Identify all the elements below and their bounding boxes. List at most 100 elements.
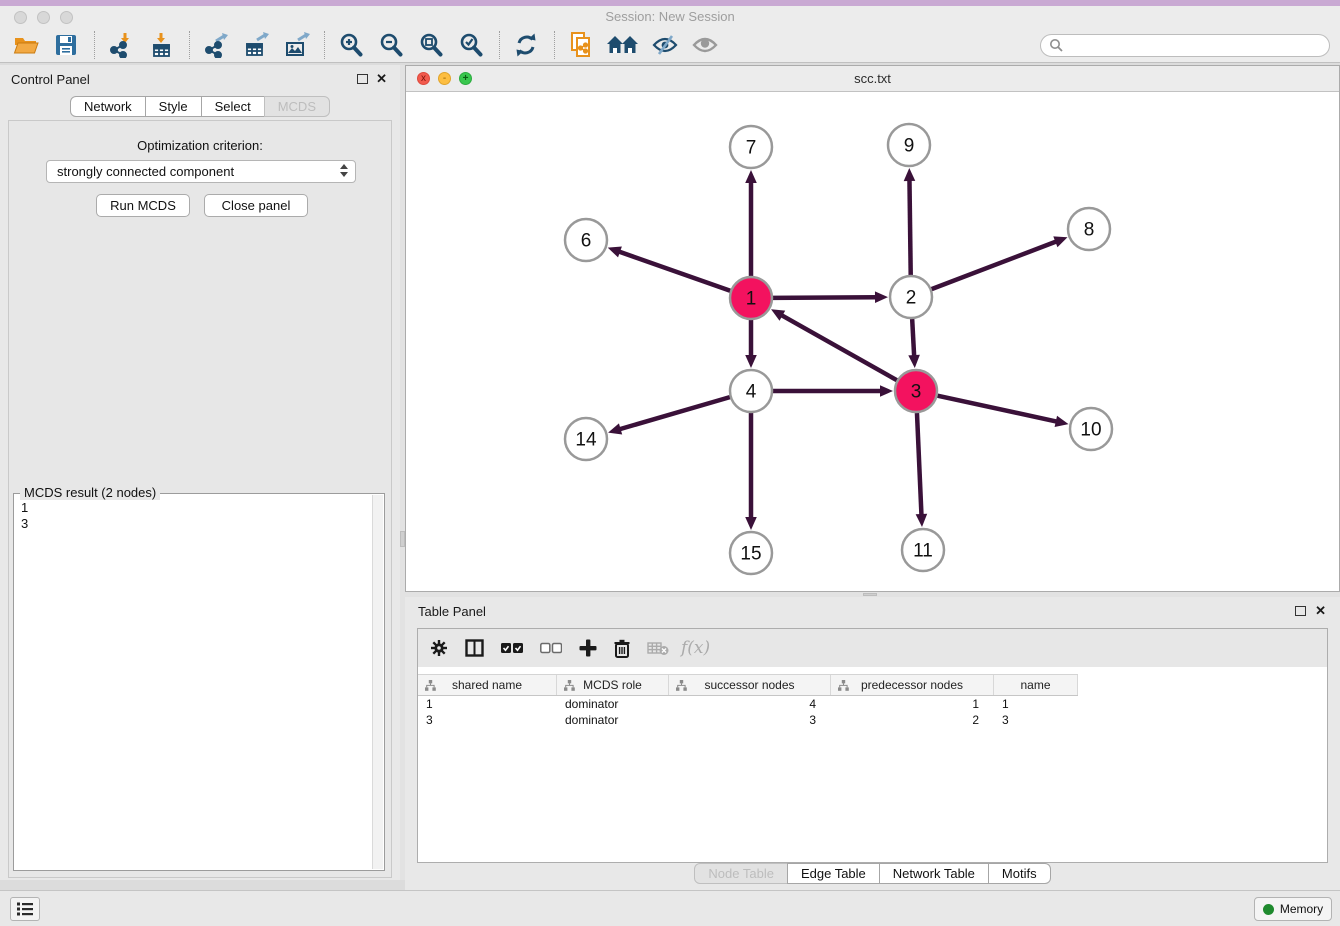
graph-node-label: 11 xyxy=(913,541,933,562)
toolbar-separator xyxy=(94,31,95,59)
table-header-row: shared nameMCDS rolesuccessor nodesprede… xyxy=(418,674,1078,696)
tab-edge-table[interactable]: Edge Table xyxy=(787,863,880,884)
table-row[interactable]: 3dominator323 xyxy=(418,713,1078,729)
run-mcds-button[interactable]: Run MCDS xyxy=(96,194,190,217)
graph-node-label: 7 xyxy=(746,138,757,159)
graph-node-label: 6 xyxy=(581,231,592,252)
zoom-out-button[interactable] xyxy=(375,30,407,60)
tab-network[interactable]: Network xyxy=(70,96,146,117)
zoom-selected-button[interactable] xyxy=(455,30,487,60)
graph-edge-4-14[interactable] xyxy=(619,397,730,429)
show-hidden-button[interactable] xyxy=(689,30,721,60)
apply-layout-button[interactable] xyxy=(510,30,542,60)
table-panel-title: Table Panel xyxy=(418,604,486,619)
graph-edge-3-11[interactable] xyxy=(917,413,922,516)
column-header-predecessor-nodes[interactable]: predecessor nodes xyxy=(831,675,994,695)
network-canvas[interactable]: 7968124314101511 xyxy=(406,92,1339,591)
table-cell[interactable]: 3 xyxy=(669,713,831,729)
graph-edge-arrowhead xyxy=(608,423,622,434)
node-table-container: f(x) shared nameMCDS rolesuccessor nodes… xyxy=(417,628,1328,863)
graph-edge-arrowhead xyxy=(1055,416,1069,427)
save-disk-icon xyxy=(55,34,77,56)
show-column-button[interactable] xyxy=(465,639,484,657)
export-image-button[interactable] xyxy=(280,30,312,60)
export-table-button[interactable] xyxy=(240,30,272,60)
table-cell[interactable]: 1 xyxy=(831,697,994,713)
zoom-fit-button[interactable] xyxy=(415,30,447,60)
graph-edge-arrowhead xyxy=(875,291,888,303)
clone-network-button[interactable] xyxy=(565,30,597,60)
column-header-MCDS-role[interactable]: MCDS role xyxy=(557,675,669,695)
delete-row-button[interactable] xyxy=(614,639,630,658)
table-cell[interactable]: 1 xyxy=(418,697,557,713)
column-header-name[interactable]: name xyxy=(994,675,1078,695)
mcds-result-box: MCDS result (2 nodes) 1 3 xyxy=(13,493,385,871)
save-session-button[interactable] xyxy=(50,30,82,60)
graph-edge-arrowhead xyxy=(608,246,622,257)
eye-slash-icon xyxy=(651,33,679,57)
tab-node-table[interactable]: Node Table xyxy=(694,863,788,884)
import-network-button[interactable] xyxy=(105,30,137,60)
tab-select[interactable]: Select xyxy=(201,96,265,117)
mcds-tab-content: Optimization criterion: strongly connect… xyxy=(8,120,392,878)
tree-sort-icon xyxy=(838,680,849,691)
graph-edge-2-3[interactable] xyxy=(912,319,914,357)
graph-edge-1-6[interactable] xyxy=(618,251,730,290)
tree-sort-icon xyxy=(676,680,687,691)
import-table-button[interactable] xyxy=(145,30,177,60)
open-session-button[interactable] xyxy=(10,30,42,60)
close-panel-icon[interactable]: ✕ xyxy=(1315,603,1326,619)
table-panel-header: Table Panel ✕ xyxy=(405,597,1340,627)
home-button[interactable] xyxy=(605,30,641,60)
table-cell[interactable]: dominator xyxy=(557,713,669,729)
zoom-fit-icon xyxy=(418,32,444,58)
mcds-result-line: 1 xyxy=(21,500,371,516)
optimization-criterion-label: Optimization criterion: xyxy=(9,138,391,153)
tab-network-table[interactable]: Network Table xyxy=(879,863,989,884)
search-box[interactable] xyxy=(1040,34,1330,57)
search-icon xyxy=(1049,38,1063,52)
column-header-shared-name[interactable]: shared name xyxy=(418,675,557,695)
task-history-button[interactable] xyxy=(10,897,40,921)
tab-motifs[interactable]: Motifs xyxy=(988,863,1051,884)
float-panel-icon[interactable] xyxy=(357,74,368,84)
search-input[interactable] xyxy=(1068,38,1321,52)
table-cell[interactable]: 2 xyxy=(831,713,994,729)
table-cell[interactable]: 4 xyxy=(669,697,831,713)
zoom-in-button[interactable] xyxy=(335,30,367,60)
select-all-button[interactable] xyxy=(501,642,523,654)
close-panel-button[interactable]: Close panel xyxy=(204,194,308,217)
table-cell[interactable]: 1 xyxy=(994,697,1078,713)
tab-mcds[interactable]: MCDS xyxy=(264,96,330,117)
close-panel-icon[interactable]: ✕ xyxy=(376,71,387,87)
refresh-icon xyxy=(513,32,539,58)
result-scrollbar[interactable] xyxy=(372,495,383,869)
control-panel: Control Panel ✕ Network Style Select MCD… xyxy=(0,65,400,880)
zoom-out-icon xyxy=(378,32,404,58)
graph-edge-2-9[interactable] xyxy=(909,179,910,275)
float-panel-icon[interactable] xyxy=(1295,606,1306,616)
export-network-button[interactable] xyxy=(200,30,232,60)
table-row[interactable]: 1dominator411 xyxy=(418,697,1078,713)
main-toolbar xyxy=(0,28,1340,63)
graph-edge-3-10[interactable] xyxy=(937,396,1057,422)
tab-style[interactable]: Style xyxy=(145,96,202,117)
divider-grip[interactable] xyxy=(863,593,877,596)
table-cell[interactable]: dominator xyxy=(557,697,669,713)
zoom-selected-icon xyxy=(458,32,484,58)
table-cell[interactable]: 3 xyxy=(418,713,557,729)
hide-displayed-button[interactable] xyxy=(649,30,681,60)
table-settings-button[interactable] xyxy=(430,639,448,657)
toolbar-separator xyxy=(324,31,325,59)
deselect-all-button[interactable] xyxy=(540,642,562,654)
table-cell[interactable]: 3 xyxy=(994,713,1078,729)
graph-edge-1-2[interactable] xyxy=(773,297,877,298)
memory-button[interactable]: Memory xyxy=(1254,897,1332,921)
column-header-successor-nodes[interactable]: successor nodes xyxy=(669,675,831,695)
add-row-button[interactable] xyxy=(579,639,597,657)
apply-function-button[interactable]: f(x) xyxy=(681,638,710,658)
graph-edge-3-1[interactable] xyxy=(781,315,897,381)
graph-edge-2-8[interactable] xyxy=(932,241,1058,289)
criterion-dropdown[interactable]: strongly connected component xyxy=(46,160,356,183)
delete-table-button[interactable] xyxy=(647,641,669,656)
